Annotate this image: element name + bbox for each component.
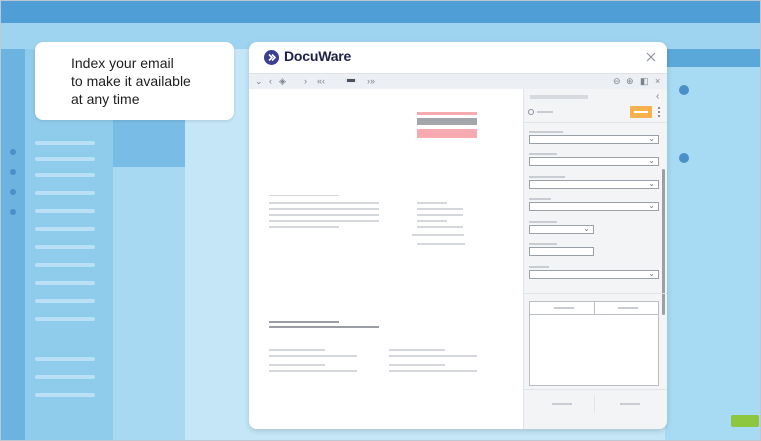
doc-text-line xyxy=(269,195,339,196)
background-folder-row xyxy=(35,209,95,213)
background-rail-icon xyxy=(10,189,16,195)
background-folder-row xyxy=(35,141,95,145)
doc-text-line xyxy=(269,208,379,210)
info-callout: Index your email to make it available at… xyxy=(35,42,234,120)
doc-text-line xyxy=(389,355,477,357)
background-addin-pane xyxy=(665,49,760,440)
background-rail-icon xyxy=(10,169,16,175)
index-field-select[interactable]: ⌄ xyxy=(529,269,659,279)
doc-text-line xyxy=(417,202,447,204)
doc-text-line xyxy=(269,220,379,222)
doc-text-line xyxy=(269,202,379,204)
doc-text-line xyxy=(389,349,445,351)
field-label xyxy=(529,176,565,178)
index-field-select[interactable]: ⌄ xyxy=(529,156,659,166)
table-header xyxy=(529,301,659,315)
doc-text-line xyxy=(417,208,463,210)
cancel-button[interactable] xyxy=(552,403,572,405)
panel-collapse-icon[interactable]: ‹ xyxy=(656,91,659,103)
field-label xyxy=(529,243,557,245)
background-folder-row xyxy=(35,281,95,285)
background-folder-row xyxy=(35,357,95,361)
date-field-select[interactable]: ⌄ xyxy=(529,224,594,234)
screen-frame: Index your email to make it available at… xyxy=(0,0,761,441)
docuware-viewer-window: DocuWare ⌄ ‹ ◈ › «‹ ›» ⊖ ⊕ ◧ × ‹ ⌄ ⌄ ⌄ ⌄… xyxy=(249,42,667,429)
background-rail-icon xyxy=(10,149,16,155)
redacted-block xyxy=(417,118,477,125)
doc-text-line xyxy=(269,370,357,372)
next-page-icon[interactable]: › xyxy=(304,75,307,87)
clear-button[interactable] xyxy=(620,403,640,405)
viewer-header: DocuWare xyxy=(249,42,667,72)
first-page-icon[interactable]: «‹ xyxy=(317,75,325,87)
index-field-select[interactable]: ⌄ xyxy=(529,201,659,211)
doc-text-line xyxy=(417,214,463,216)
background-folder-row xyxy=(35,375,95,379)
callout-text: Index your email to make it available at… xyxy=(71,55,191,107)
background-folder-row xyxy=(35,317,95,321)
panel-option-label xyxy=(537,111,553,113)
field-label xyxy=(529,221,557,223)
prev-page-icon[interactable]: ‹ xyxy=(269,75,272,87)
table-box[interactable] xyxy=(529,314,659,386)
docuware-logo-icon xyxy=(264,50,279,65)
zoom-in-icon[interactable]: ⊕ xyxy=(626,75,634,87)
zoom-out-icon[interactable]: ⊖ xyxy=(613,75,621,87)
background-rail-icon xyxy=(10,209,16,215)
doc-text-line xyxy=(269,214,379,216)
background-action-button xyxy=(731,415,759,427)
panel-title xyxy=(530,95,588,99)
background-folder-row xyxy=(35,157,95,161)
background-folder-row xyxy=(35,299,95,303)
kebab-menu-icon[interactable] xyxy=(658,107,660,119)
text-field-input[interactable] xyxy=(529,247,594,256)
brand-name: DocuWare xyxy=(284,48,352,64)
background-folder-row xyxy=(35,245,95,249)
doc-text-line xyxy=(269,355,357,357)
highlight-block xyxy=(417,129,477,138)
close-icon[interactable] xyxy=(645,50,657,62)
panel-toggle-icon[interactable]: ◧ xyxy=(640,75,649,87)
document-preview xyxy=(249,89,523,429)
background-addin-icon xyxy=(679,85,689,95)
background-folder-row xyxy=(35,227,95,231)
doc-text-line xyxy=(269,226,339,228)
background-addin-header xyxy=(665,49,760,67)
doc-text-line xyxy=(269,364,325,366)
viewer-toolbar: ⌄ ‹ ◈ › «‹ ›» ⊖ ⊕ ◧ × xyxy=(249,73,667,90)
doc-heading-line xyxy=(269,321,339,323)
store-button[interactable] xyxy=(630,106,652,118)
index-field-select[interactable]: ⌄ xyxy=(529,179,659,189)
doc-text-line xyxy=(417,226,463,228)
background-app-titlebar xyxy=(1,1,760,23)
layers-icon[interactable]: ◈ xyxy=(279,75,286,87)
collapse-icon[interactable]: ⌄ xyxy=(255,75,263,87)
doc-heading-line xyxy=(269,326,379,328)
last-page-icon[interactable]: ›» xyxy=(367,75,375,87)
page-indicator[interactable] xyxy=(345,78,357,83)
background-folder-row xyxy=(35,263,95,267)
doc-text-line xyxy=(417,220,447,222)
highlight-bar xyxy=(417,112,477,115)
index-field-select[interactable]: ⌄ xyxy=(529,134,659,144)
background-folder-row xyxy=(35,393,95,397)
doc-text-line xyxy=(269,349,325,351)
field-label xyxy=(529,153,557,155)
doc-text-line xyxy=(412,234,464,236)
background-selected-message xyxy=(113,119,185,167)
background-app-rail xyxy=(1,49,25,440)
field-label xyxy=(529,198,551,200)
index-panel: ‹ ⌄ ⌄ ⌄ ⌄ ⌄ ⌄ xyxy=(523,89,667,429)
field-label xyxy=(529,266,549,268)
background-addin-icon xyxy=(679,153,689,163)
doc-text-line xyxy=(389,370,477,372)
radio-icon[interactable] xyxy=(528,109,534,115)
field-label xyxy=(529,131,563,133)
doc-text-line xyxy=(389,364,445,366)
background-folder-row xyxy=(35,191,95,195)
close-panel-icon[interactable]: × xyxy=(655,75,660,87)
doc-text-line xyxy=(417,243,465,245)
background-folder-row xyxy=(35,173,95,177)
